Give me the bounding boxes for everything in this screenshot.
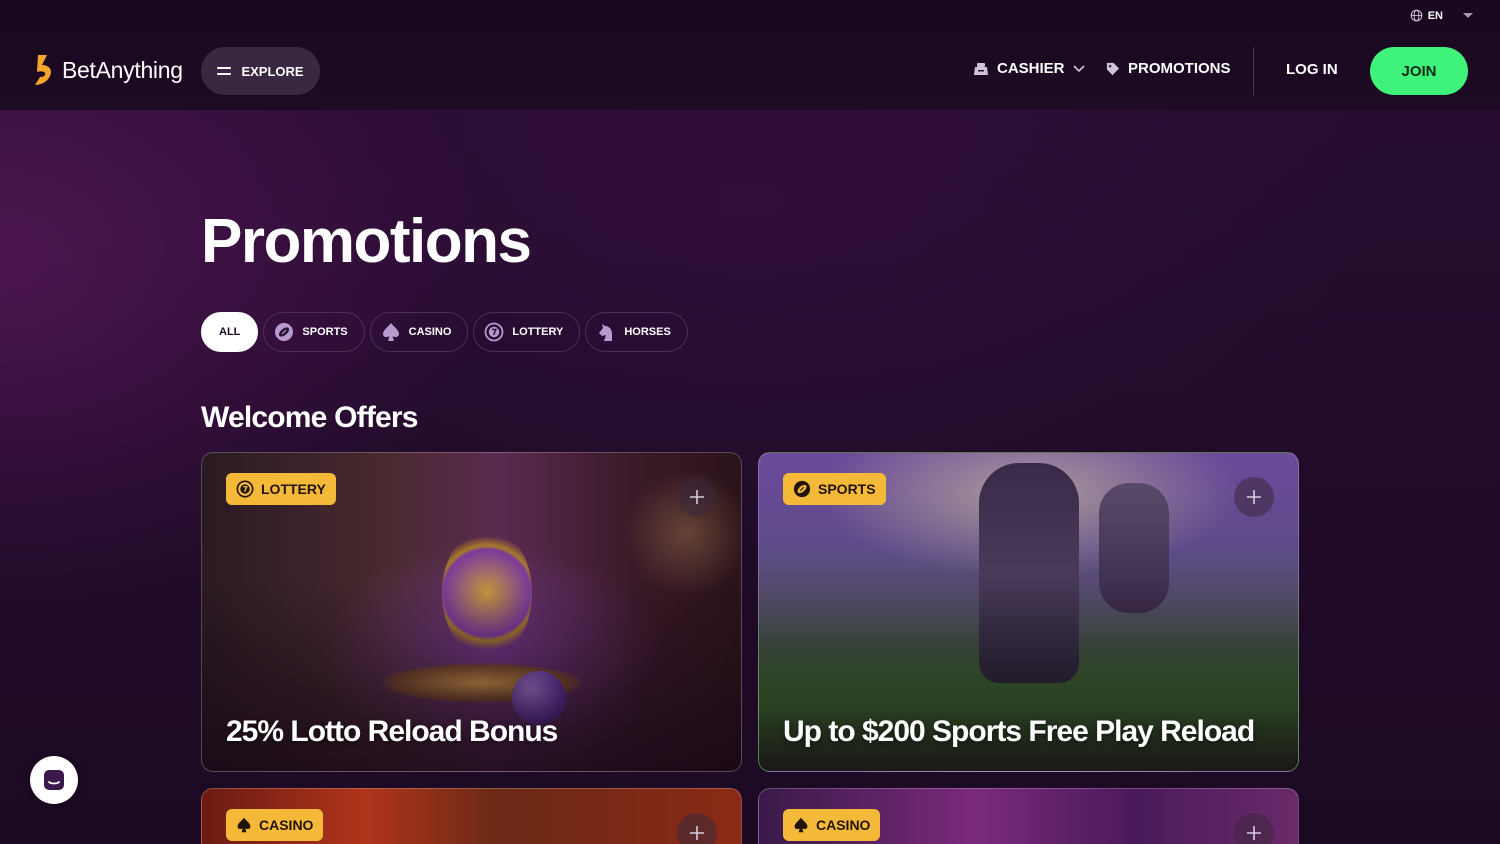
- explore-label: EXPLORE: [241, 63, 304, 79]
- card-category-badge: CASINO: [783, 809, 881, 841]
- football-icon: [274, 322, 294, 342]
- filter-chip-horses[interactable]: HORSES: [585, 312, 688, 352]
- card-category-badge: CASINO: [226, 809, 324, 841]
- filter-chip-all[interactable]: ALL: [201, 312, 259, 352]
- support-chat-button[interactable]: [30, 756, 78, 804]
- expand-plus-button[interactable]: [677, 813, 717, 844]
- filter-chip-label: ALL: [219, 326, 241, 338]
- logo-mark-icon: [35, 55, 52, 85]
- filter-chip-lottery[interactable]: LOTTERY: [473, 312, 581, 352]
- promotion-filter-chips: ALL SPORTS CASINO LOTTERY HORSES: [201, 312, 688, 352]
- filter-chip-sports[interactable]: SPORTS: [263, 312, 365, 352]
- card-category-badge: SPORTS: [783, 473, 886, 505]
- promotions-nav-link[interactable]: PROMOTIONS: [1105, 60, 1231, 77]
- globe-icon: [1410, 9, 1423, 22]
- filter-chip-label: CASINO: [408, 326, 452, 338]
- lottery-ball-icon: [236, 480, 254, 498]
- promo-card-lotto-reload[interactable]: LOTTERY 25% Lotto Reload Bonus: [201, 452, 742, 772]
- join-button[interactable]: JOIN: [1370, 47, 1468, 95]
- promo-card-casino-1[interactable]: CASINO: [201, 788, 742, 844]
- filter-chip-label: LOTTERY: [512, 326, 564, 338]
- page-title: Promotions: [201, 207, 532, 276]
- language-selector[interactable]: EN: [1410, 9, 1474, 22]
- explore-button[interactable]: EXPLORE: [201, 47, 320, 95]
- filter-chip-label: HORSES: [624, 326, 671, 338]
- spade-icon: [237, 817, 251, 833]
- plus-icon: [690, 826, 704, 840]
- plus-icon: [690, 490, 704, 504]
- top-navigation-bar: EN BetAnything EXPLORE CASHIER PROMOTION…: [0, 0, 1500, 110]
- expand-plus-button[interactable]: [1234, 477, 1274, 517]
- filter-chip-label: SPORTS: [302, 326, 348, 338]
- promo-card-title: Up to $200 Sports Free Play Reload: [783, 715, 1255, 748]
- welcome-offers-heading: Welcome Offers: [201, 401, 418, 434]
- cashier-menu[interactable]: CASHIER: [973, 60, 1085, 77]
- promo-card-casino-2[interactable]: CASINO: [758, 788, 1299, 844]
- language-label: EN: [1427, 9, 1443, 22]
- promotions-nav-label: PROMOTIONS: [1128, 60, 1231, 77]
- chevron-down-icon: [1072, 64, 1085, 72]
- badge-label: LOTTERY: [261, 481, 326, 497]
- badge-label: CASINO: [259, 817, 314, 833]
- tag-icon: [1106, 62, 1120, 76]
- expand-plus-button[interactable]: [1234, 813, 1274, 844]
- promo-card-sports-free-play[interactable]: SPORTS Up to $200 Sports Free Play Reloa…: [758, 452, 1299, 772]
- logo-text: BetAnything: [62, 56, 183, 83]
- spade-icon: [381, 322, 401, 342]
- badge-label: CASINO: [816, 817, 871, 833]
- football-icon: [793, 480, 811, 498]
- chat-icon: [44, 770, 64, 790]
- horse-icon: [596, 322, 616, 342]
- spade-icon: [794, 817, 808, 833]
- cashier-label: CASHIER: [997, 60, 1065, 77]
- badge-label: SPORTS: [818, 481, 876, 497]
- plus-icon: [1247, 826, 1261, 840]
- login-button[interactable]: LOG IN: [1286, 61, 1338, 78]
- cashier-icon: [974, 62, 988, 75]
- plus-icon: [1247, 490, 1261, 504]
- betanything-logo[interactable]: BetAnything: [32, 53, 183, 87]
- nav-divider: [1253, 47, 1254, 95]
- filter-chip-casino[interactable]: CASINO: [369, 312, 469, 352]
- menu-icon: [217, 67, 232, 75]
- lottery-ball-icon: [484, 322, 504, 342]
- caret-down-icon: [1463, 12, 1473, 18]
- expand-plus-button[interactable]: [677, 477, 717, 517]
- card-category-badge: LOTTERY: [226, 473, 336, 505]
- promo-card-title: 25% Lotto Reload Bonus: [226, 715, 558, 748]
